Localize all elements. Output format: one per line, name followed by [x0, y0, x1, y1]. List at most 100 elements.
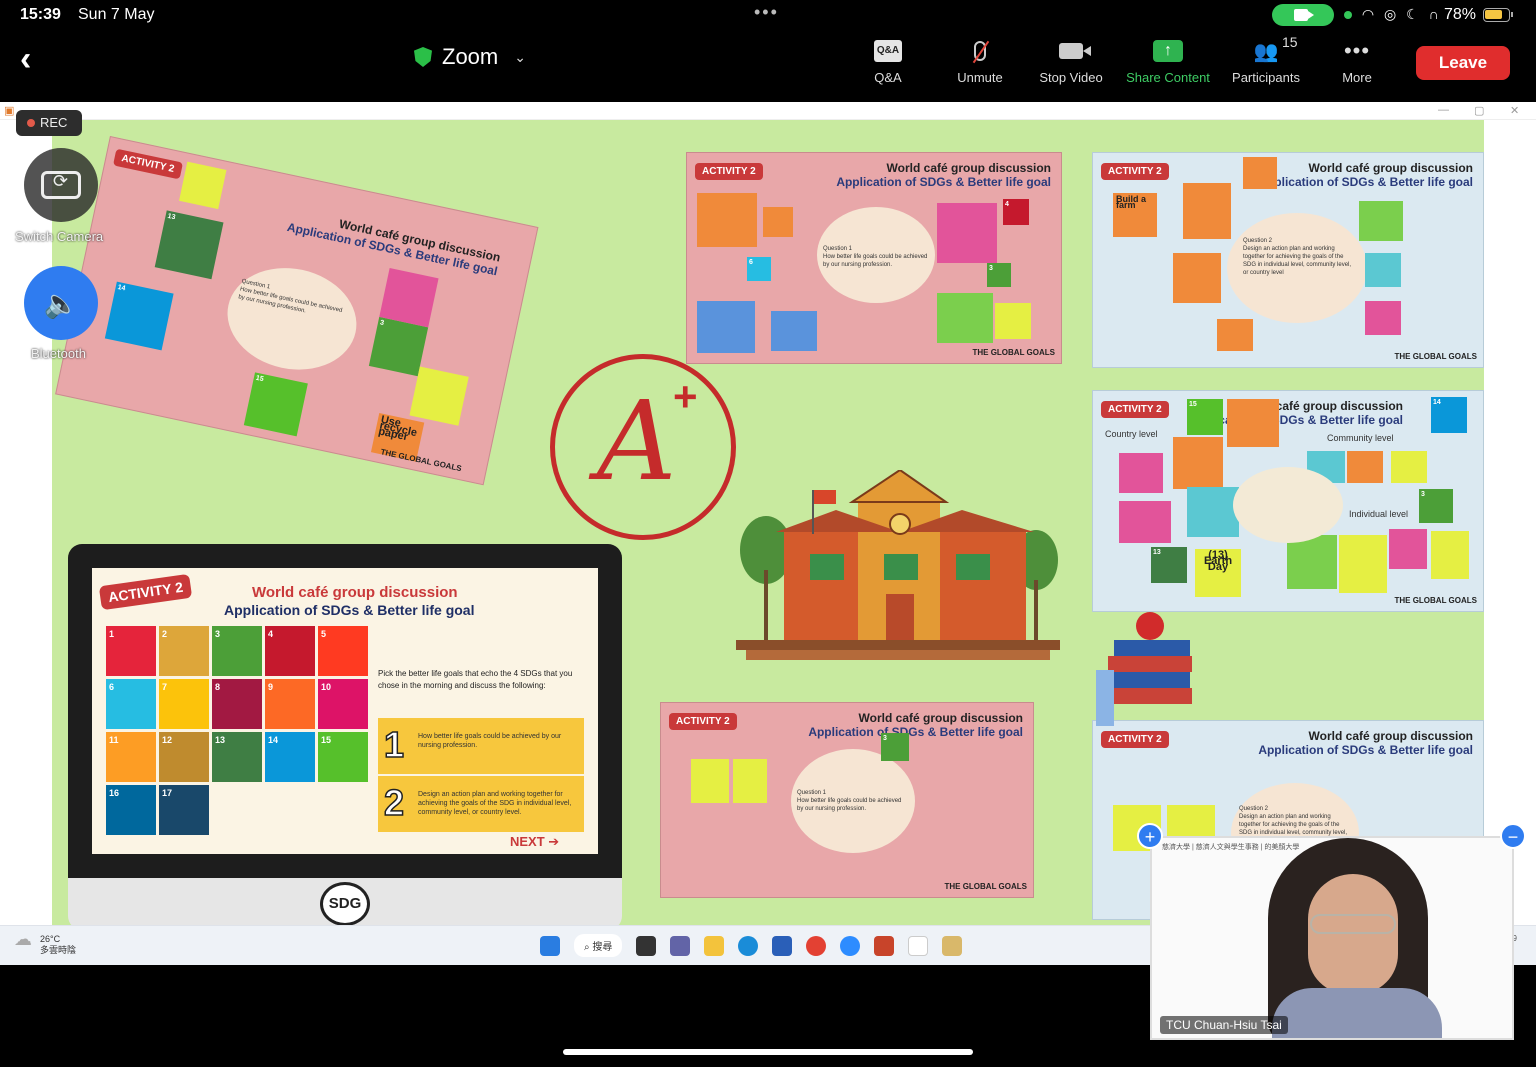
slide-title: World café group discussion Application …	[1258, 161, 1473, 189]
location-icon: ◎	[1384, 6, 1397, 22]
encryption-shield-icon	[414, 47, 432, 67]
slide-title: World café group discussion Application …	[808, 711, 1023, 739]
weather-widget: 26°C 多雲時陰	[14, 934, 76, 956]
sticky-note	[1227, 399, 1279, 447]
sdg-14-tile: 14	[104, 281, 174, 351]
recording-indicator[interactable]: REC	[16, 110, 82, 136]
slide-title-line1: World café group discussion	[886, 161, 1051, 175]
sdg-7-tile: 7	[159, 679, 209, 729]
slide-title: World café group discussion Application …	[836, 161, 1051, 189]
stop-video-button[interactable]: Stop Video	[1032, 36, 1110, 85]
home-indicator[interactable]	[563, 1049, 973, 1055]
participant-shirt	[1272, 988, 1442, 1038]
unmute-label: Unmute	[957, 70, 1003, 85]
slide-thumbnail-3: ACTIVITY 2 World café group discussion A…	[1092, 152, 1484, 368]
participant-name: TCU Chuan-Hsiu Tsai	[1160, 1016, 1288, 1034]
taskbar-search: ⌕ 搜尋	[574, 934, 623, 957]
bluetooth-audio-button[interactable]: 🔈	[24, 266, 98, 340]
zoom-app-icon	[840, 935, 861, 956]
global-goals-logo: THE GLOBAL GOALS	[972, 348, 1055, 357]
books-and-apple-illustration	[1096, 612, 1192, 726]
shared-screen[interactable]: ▣ — ▢ ✕ ACTIVITY 2 World café group disc…	[0, 102, 1536, 965]
qa-icon: Q&A	[874, 40, 902, 62]
file-explorer-icon	[704, 935, 725, 956]
more-dots-icon: •••	[1343, 38, 1371, 63]
sticky-note	[691, 759, 729, 803]
monitor-slide: ACTIVITY 2 World café group discussion A…	[92, 568, 598, 854]
minimize-video-minus-icon[interactable]: −	[1500, 823, 1526, 849]
participants-count: 15	[1282, 34, 1298, 50]
slide-title-line1: World café group discussion	[858, 711, 1023, 725]
share-arrow-icon: ↑	[1153, 40, 1183, 62]
chevron-down-icon: ⌄	[514, 48, 526, 65]
qa-button[interactable]: Q&A Q&A	[868, 36, 908, 85]
slide-activity-tag: ACTIVITY 2	[669, 713, 737, 730]
expand-video-plus-icon[interactable]: +	[1137, 823, 1163, 849]
presentation-slide-canvas: ACTIVITY 2 World café group discussion A…	[52, 120, 1484, 942]
slide-subtitle: Application of SDGs & Better life goal	[224, 602, 475, 618]
slide-title-line2: Application of SDGs & Better life goal	[808, 725, 1023, 739]
sticky-note	[771, 311, 817, 351]
slide-instruction: Pick the better life goals that echo the…	[378, 669, 573, 690]
leave-button[interactable]: Leave	[1416, 46, 1510, 80]
edge-browser-icon	[738, 935, 759, 956]
status-time: 15:39	[20, 6, 61, 23]
participant-video-tile[interactable]: 慈濟大學 | 慈濟人文與學生事務 | 的美顏大學 TCU Chuan-Hsiu …	[1150, 836, 1514, 1040]
sdg-4-tile: 4	[1003, 199, 1029, 225]
slide-thumbnail-tilted: ACTIVITY 2 World café group discussion A…	[55, 136, 539, 486]
media-player-icon	[942, 935, 963, 956]
sdg-15-tile: 15	[1187, 399, 1223, 435]
switch-camera-button[interactable]	[24, 148, 98, 222]
speaker-bluetooth-icon: 🔈	[43, 287, 79, 319]
slide-thumbnail-2: ACTIVITY 2 World café group discussion A…	[686, 152, 1062, 364]
sdg-4-tile: 4	[265, 626, 315, 676]
wifi-icon: ◠	[1361, 6, 1375, 22]
chrome-icon	[806, 935, 827, 956]
sticky-note	[1173, 437, 1223, 489]
country-level-label: Country level	[1105, 429, 1158, 439]
plus-icon: +	[673, 373, 698, 420]
sdg-16-tile: 16	[106, 785, 156, 835]
sticky-note	[1347, 451, 1383, 483]
participant-glasses	[1310, 914, 1396, 934]
sdg-12-tile: 12	[159, 732, 209, 782]
sdg-9-tile: 9	[265, 679, 315, 729]
item-2-box: 2 Design an action plan and working toge…	[378, 776, 584, 832]
sdg-3-tile: 3	[212, 626, 262, 676]
sticky-note	[763, 207, 793, 237]
share-content-button[interactable]: ↑ Share Content	[1118, 36, 1218, 85]
shared-window-titlebar: ▣ — ▢ ✕	[0, 102, 1536, 120]
question-circle	[1233, 467, 1343, 543]
more-button[interactable]: ••• More	[1336, 36, 1378, 85]
slide-title-line1: World café group discussion	[1308, 161, 1473, 175]
bluetooth-label: Bluetooth	[31, 346, 86, 361]
participants-button[interactable]: 👥 15 Participants	[1224, 34, 1308, 85]
slide-title-line1: World café group discussion	[1308, 729, 1473, 743]
minimize-icon: —	[1438, 104, 1449, 116]
restore-icon: ▢	[1474, 105, 1485, 117]
active-camera-indicator[interactable]	[1272, 4, 1334, 26]
meeting-title-text: Zoom	[442, 44, 499, 69]
back-chevron-icon[interactable]: ‹	[20, 40, 31, 79]
slide-activity-tag: ACTIVITY 2	[695, 163, 763, 180]
participants-icon: 👥	[1253, 40, 1279, 63]
participant-video	[1252, 838, 1452, 1038]
build-a-farm-note: Build a farm	[1113, 193, 1157, 237]
status-icons: ◠ ◎ ☾ ∩	[1344, 6, 1445, 23]
sticky-note	[409, 366, 469, 426]
sticky-note	[1391, 451, 1427, 483]
unmute-button[interactable]: Unmute	[950, 36, 1010, 85]
status-bar: 15:39 Sun 7 May ••• ◠ ◎ ☾ ∩ 78%	[0, 0, 1536, 30]
meeting-title[interactable]: Zoom ⌄	[414, 44, 526, 70]
sdg-10-tile: 10	[318, 679, 368, 729]
multitasking-dots-icon[interactable]: •••	[754, 2, 779, 23]
earth-day-note: (13) Earth Day	[1195, 549, 1241, 597]
video-camera-icon	[1294, 9, 1314, 21]
weather-description: 多雲時陰	[40, 945, 77, 955]
global-goals-logo: THE GLOBAL GOALS	[1394, 352, 1477, 361]
sticky-note	[1217, 319, 1253, 351]
question-1-text: Question 1 How better life goals could be…	[823, 245, 933, 269]
question-1-body: How better life goals could be achieved …	[797, 798, 902, 812]
sticky-note	[937, 293, 993, 343]
sticky-note	[1119, 453, 1163, 493]
